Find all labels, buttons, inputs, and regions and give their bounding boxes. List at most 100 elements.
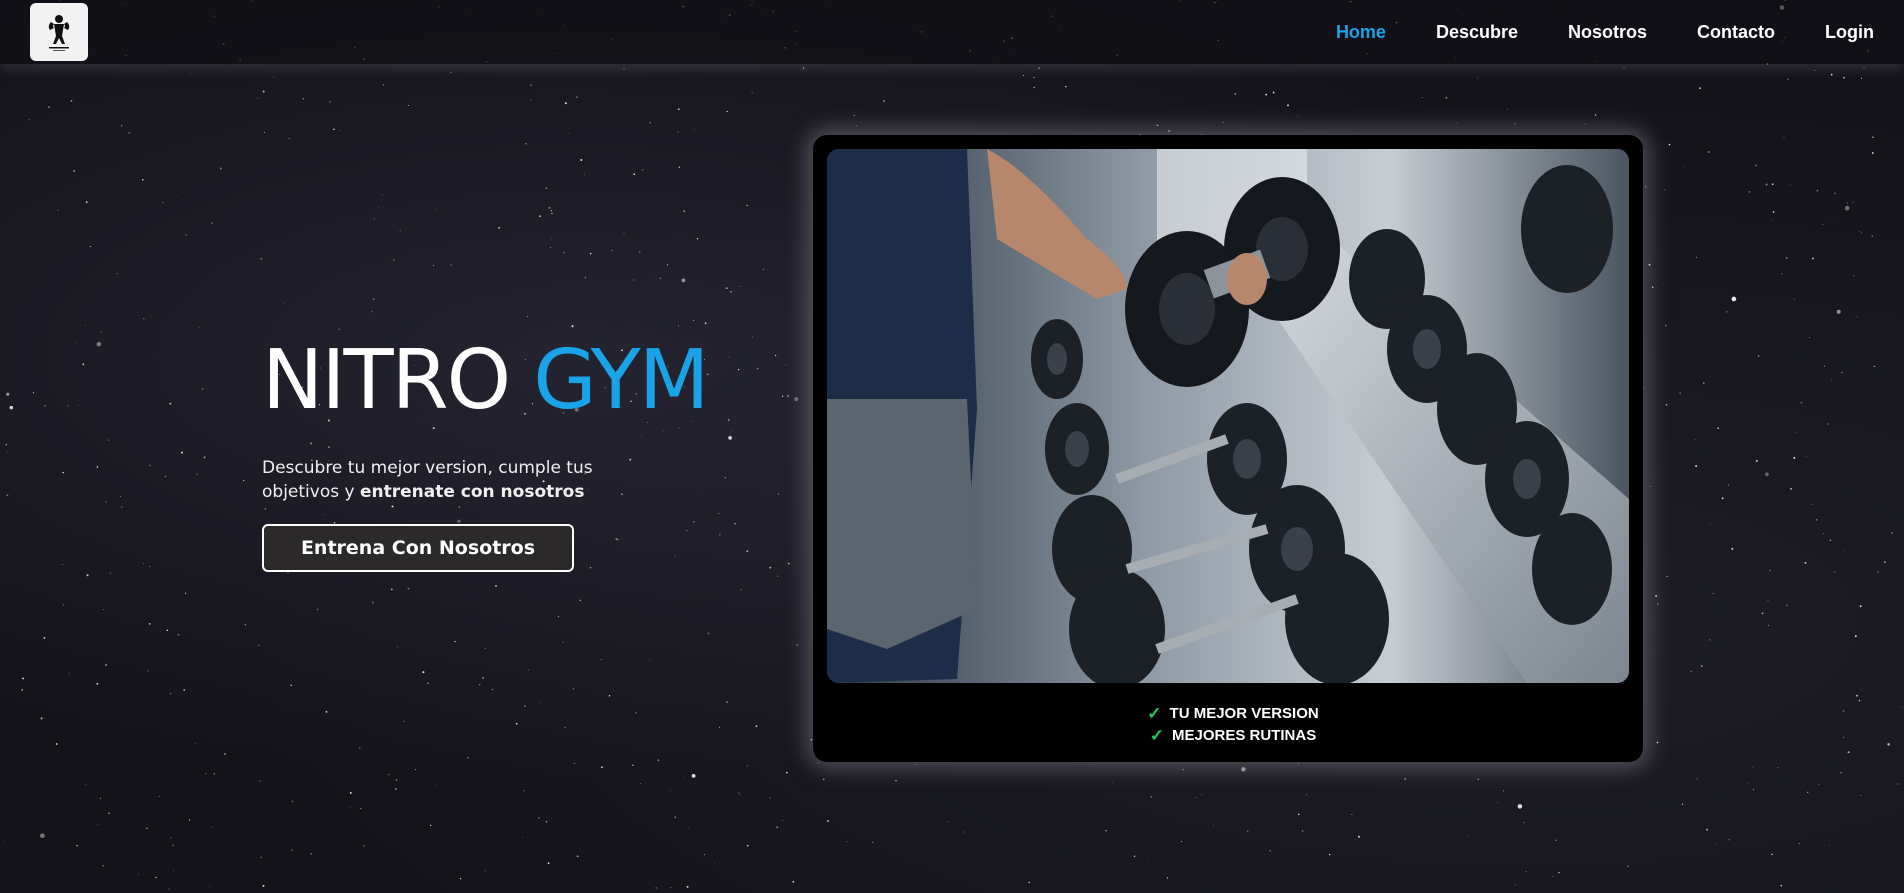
nav-login[interactable]: Login xyxy=(1825,22,1874,43)
star xyxy=(1890,532,1893,534)
star xyxy=(1514,884,1516,886)
star xyxy=(730,290,732,293)
star xyxy=(99,797,102,799)
star xyxy=(40,717,43,720)
star xyxy=(1897,783,1899,785)
star xyxy=(349,806,351,808)
star xyxy=(196,349,198,351)
star xyxy=(291,800,294,803)
star xyxy=(1780,884,1783,887)
star xyxy=(1872,136,1874,139)
star xyxy=(498,226,500,229)
star xyxy=(1727,801,1729,802)
star xyxy=(649,122,651,124)
star xyxy=(338,130,340,132)
star xyxy=(1798,842,1801,845)
star xyxy=(548,206,551,209)
star xyxy=(726,701,728,703)
star xyxy=(557,615,560,618)
star xyxy=(85,783,87,785)
star xyxy=(407,587,410,590)
star xyxy=(1854,635,1857,638)
star xyxy=(1863,294,1865,296)
star xyxy=(1777,767,1779,769)
train-with-us-button[interactable]: Entrena Con Nosotros xyxy=(262,524,574,572)
star xyxy=(407,104,409,107)
star xyxy=(403,720,405,723)
star xyxy=(1156,124,1159,127)
star xyxy=(707,632,710,635)
star xyxy=(762,268,764,270)
star xyxy=(360,807,362,810)
star xyxy=(769,797,771,799)
star xyxy=(296,606,298,608)
star xyxy=(1823,365,1826,367)
star xyxy=(1727,484,1729,486)
star xyxy=(6,494,9,497)
star xyxy=(1833,571,1836,573)
check-icon: ✓ xyxy=(1149,726,1165,745)
star xyxy=(107,439,110,442)
star xyxy=(522,836,524,838)
nav-descubre[interactable]: Descubre xyxy=(1436,22,1518,43)
star xyxy=(530,99,531,101)
star xyxy=(571,325,574,328)
star xyxy=(1856,316,1858,318)
star xyxy=(551,238,552,239)
star xyxy=(787,395,789,397)
star xyxy=(1456,122,1458,124)
star xyxy=(415,769,416,771)
star xyxy=(751,92,753,94)
star xyxy=(427,682,429,684)
nav-contacto[interactable]: Contacto xyxy=(1697,22,1775,43)
star xyxy=(853,114,855,117)
star xyxy=(600,658,602,660)
star xyxy=(1752,789,1754,791)
star xyxy=(164,475,166,478)
star xyxy=(77,404,79,406)
star xyxy=(210,222,213,224)
star xyxy=(538,215,541,218)
star xyxy=(1506,108,1508,110)
star xyxy=(1790,487,1792,490)
star xyxy=(687,827,689,829)
star xyxy=(205,772,207,775)
star xyxy=(601,766,604,768)
star xyxy=(102,609,104,611)
hero-title-accent: GYM xyxy=(533,333,709,428)
star xyxy=(97,823,99,825)
star xyxy=(1706,828,1708,831)
star xyxy=(120,506,123,508)
star xyxy=(1793,298,1796,300)
star xyxy=(1771,183,1774,186)
star xyxy=(1477,77,1478,79)
star xyxy=(649,660,651,662)
star xyxy=(579,599,581,601)
star xyxy=(166,629,169,632)
star xyxy=(145,827,148,830)
nav-nosotros[interactable]: Nosotros xyxy=(1568,22,1647,43)
star xyxy=(1038,67,1040,69)
star xyxy=(40,833,45,839)
star xyxy=(1751,842,1752,844)
site-logo[interactable] xyxy=(30,3,88,61)
star xyxy=(1721,497,1724,500)
star xyxy=(1182,768,1184,771)
star xyxy=(172,870,174,872)
star xyxy=(325,710,328,713)
star xyxy=(539,702,541,703)
star xyxy=(611,250,613,252)
star xyxy=(1648,263,1651,266)
nav-home[interactable]: Home xyxy=(1336,22,1386,43)
star xyxy=(1696,777,1699,780)
star xyxy=(856,125,858,127)
star xyxy=(1649,486,1651,487)
star xyxy=(82,363,85,366)
star xyxy=(635,712,637,714)
star xyxy=(655,886,658,889)
star xyxy=(1725,310,1728,313)
star xyxy=(5,444,7,446)
star xyxy=(1111,781,1113,783)
star xyxy=(105,501,107,503)
star xyxy=(382,194,383,196)
